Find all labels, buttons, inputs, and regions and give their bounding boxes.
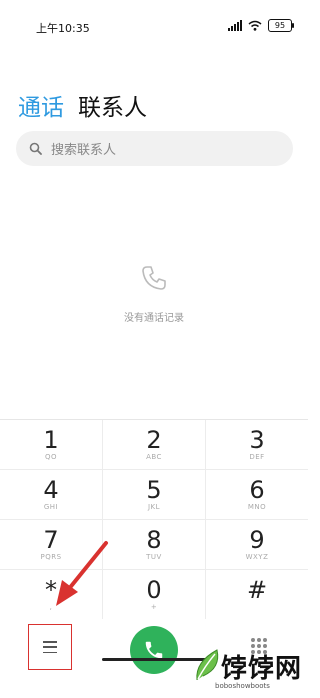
menu-icon [43,641,57,653]
key-hash[interactable]: # [206,570,308,619]
key-letters: ABC [146,453,162,461]
empty-state: 没有通话记录 [0,263,308,324]
watermark: 饽饽网 boboshowboots [193,648,305,694]
key-9[interactable]: 9 WXYZ [206,520,308,569]
leaf-logo-icon [196,649,219,681]
call-button[interactable] [130,626,178,674]
key-letters: TUV [146,553,162,561]
battery-icon: 95 [268,19,294,32]
key-letters: MNO [247,503,267,511]
key-0[interactable]: 0 + [103,570,206,619]
key-7[interactable]: 7 PQRS [0,520,103,569]
key-3[interactable]: 3 DEF [206,420,308,469]
tab-contacts[interactable]: 联系人 [78,88,147,122]
key-5[interactable]: 5 JKL [103,470,206,519]
search-icon [28,142,42,156]
status-time: 上午10:35 [36,22,90,35]
key-digit: 9 [249,526,265,554]
keypad-row: 1 QO 2 ABC 3 DEF [0,420,308,470]
tab-bar: 通话 联系人 [18,88,147,122]
key-digit: # [246,576,268,604]
key-digit: 4 [43,476,59,504]
watermark-text: 饽饽网 [221,654,303,684]
key-letters: JKL [147,503,161,511]
key-4[interactable]: 4 GHI [0,470,103,519]
menu-button[interactable] [28,624,72,670]
signal-icon [228,20,242,31]
key-letters: + [150,603,158,611]
key-digit: 5 [146,476,162,504]
key-letters: , [49,603,53,611]
phone-outline-icon [142,266,166,290]
key-digit: 0 [146,576,162,604]
key-digit: 3 [249,426,265,454]
search-placeholder: 搜索联系人 [51,143,117,158]
search-input[interactable]: 搜索联系人 [16,131,293,166]
empty-state-text: 没有通话记录 [124,313,184,324]
key-digit: 8 [146,526,162,554]
key-letters: WXYZ [245,553,269,561]
watermark-subtext: boboshowboots [215,682,270,690]
key-2[interactable]: 2 ABC [103,420,206,469]
key-digit: 2 [146,426,162,454]
status-bar: 上午10:35 95 [0,0,308,40]
key-letters: GHI [43,503,59,511]
dial-keypad: 1 QO 2 ABC 3 DEF 4 GHI 5 JKL 6 MNO 7 PQRS 8 TUV … [0,419,308,619]
key-letters: PQRS [40,553,62,561]
key-letters: QO [44,453,58,461]
key-digit: * [45,576,57,604]
wifi-icon [248,20,262,31]
keypad-row: 7 PQRS 8 TUV 9 WXYZ [0,520,308,570]
key-letters: DEF [249,453,265,461]
home-indicator[interactable] [102,658,206,661]
key-6[interactable]: 6 MNO [206,470,308,519]
key-digit: 1 [43,426,59,454]
key-star[interactable]: *, [0,570,103,619]
key-digit: 6 [249,476,265,504]
keypad-row: *, 0 + # [0,570,308,619]
key-digit: 7 [43,526,59,554]
key-1[interactable]: 1 QO [0,420,103,469]
key-8[interactable]: 8 TUV [103,520,206,569]
keypad-row: 4 GHI 5 JKL 6 MNO [0,470,308,520]
status-icons: 95 [228,19,294,32]
tab-calls[interactable]: 通话 [18,88,64,122]
